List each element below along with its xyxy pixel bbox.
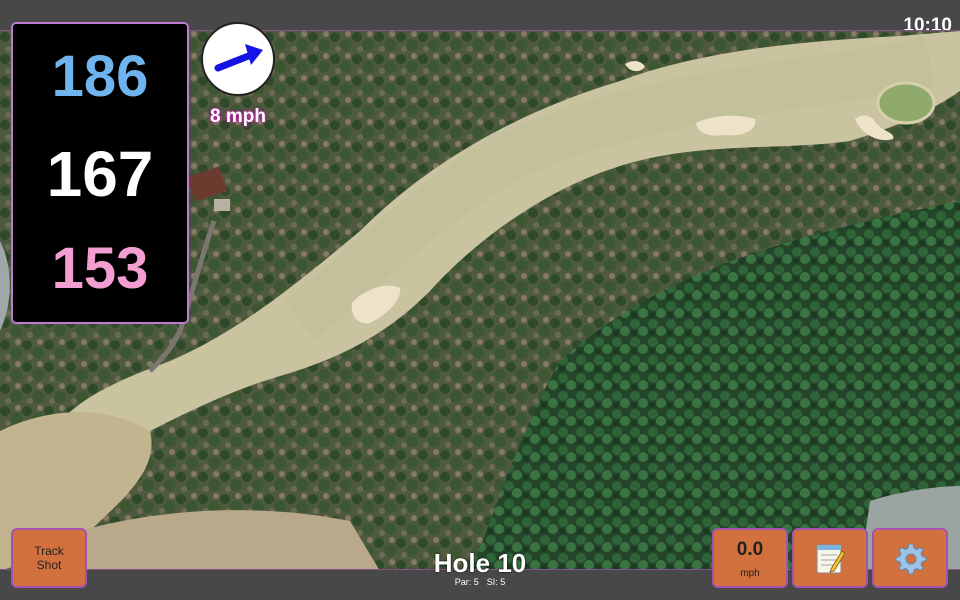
hole-par: Par: 5 — [454, 577, 479, 587]
speed-button[interactable]: 0.0 mph — [712, 528, 788, 588]
track-shot-button[interactable]: Track Shot — [11, 528, 87, 588]
notes-button[interactable] — [792, 528, 868, 588]
speed-unit: mph — [740, 568, 760, 579]
distance-panel: 186 167 153 — [11, 22, 189, 324]
gear-icon — [895, 543, 927, 575]
speed-value: 0.0 — [736, 539, 764, 560]
hole-info: Hole 10 Par: 5 SI: 5 — [380, 550, 580, 587]
track-shot-label-line2: Shot — [36, 558, 62, 572]
hole-details: Par: 5 SI: 5 — [380, 577, 580, 587]
wind-speed-label: 8 mph — [210, 106, 266, 127]
wind-indicator — [201, 22, 275, 96]
hole-title: Hole 10 — [433, 548, 527, 578]
wind-arrow-icon — [214, 44, 263, 72]
front-distance: 153 — [51, 236, 149, 301]
notepad-icon — [816, 544, 845, 574]
hole-stroke-index: SI: 5 — [486, 577, 506, 587]
settings-button[interactable] — [872, 528, 948, 588]
back-distance: 186 — [51, 44, 149, 109]
middle-distance: 167 — [46, 138, 154, 210]
track-shot-label-line1: Track — [34, 544, 64, 558]
